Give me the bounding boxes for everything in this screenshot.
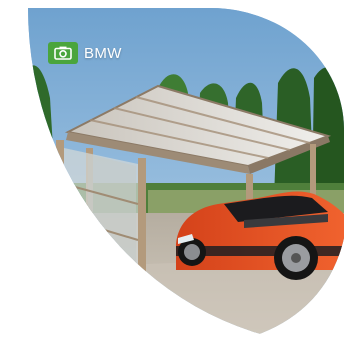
camera-icon xyxy=(48,42,78,64)
photo-card[interactable]: BMW xyxy=(28,8,344,346)
page: BMW xyxy=(0,0,344,346)
brand-tag[interactable]: BMW xyxy=(48,42,122,64)
brand-tag-label: BMW xyxy=(84,44,122,62)
